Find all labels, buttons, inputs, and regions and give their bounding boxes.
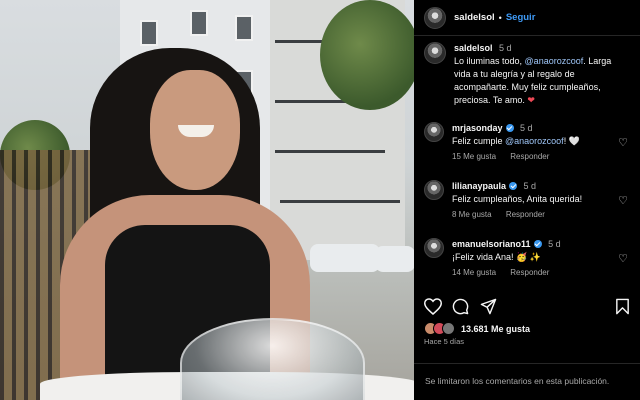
parked-car [310, 244, 380, 272]
comment-text-start: Feliz cumpleaños, Anita querida! [452, 194, 583, 204]
comment-item: emanuelsoriano11 5 d ¡Feliz vida Ana! 🥳 … [414, 238, 640, 296]
comment-header: mrjasonday 5 d [452, 122, 622, 135]
comment-text: ¡Feliz vida Ana! 🥳 ✨ [452, 251, 622, 264]
verified-badge-icon [533, 240, 542, 248]
comment-text: Feliz cumple @anaorozcoof! 🤍 [452, 135, 622, 148]
tree [320, 0, 414, 110]
action-bar [424, 296, 630, 318]
comment-item: mrjasonday 5 d Feliz cumple @anaorozcoof… [414, 122, 640, 180]
caption-text-start: Lo iluminas todo, [454, 56, 525, 66]
author-username[interactable]: saldelsol [454, 12, 495, 23]
likes-row: 13.681 Me gusta [424, 322, 530, 335]
like-comment-heart-icon[interactable]: ♡ [618, 252, 628, 265]
post-sidebar: saldelsol • Seguir saldelsol 5 d Lo ilum… [414, 0, 640, 400]
balcony [280, 200, 400, 203]
like-comment-heart-icon[interactable]: ♡ [618, 136, 628, 149]
commenter-avatar[interactable] [424, 180, 444, 200]
parked-car [375, 246, 414, 272]
comment-header: emanuelsoriano11 5 d [452, 238, 622, 251]
comment-text-start: ¡Feliz vida Ana! 🥳 ✨ [452, 252, 541, 262]
comment-likes[interactable]: 8 Me gusta [452, 210, 492, 219]
comment-body: lilianaypaula 5 d Feliz cumpleaños, Anit… [452, 180, 622, 238]
separator-dot: • [498, 12, 502, 23]
comments-limited-notice: Se limitaron los comentarios en esta pub… [414, 363, 640, 386]
comment-meta: 14 Me gusta Responder [452, 268, 622, 277]
comment-time: 5 d [520, 123, 533, 133]
comment-icon[interactable] [452, 298, 469, 315]
reply-button[interactable]: Responder [506, 210, 545, 219]
comment-time: 5 d [548, 239, 561, 249]
likes-count[interactable]: 13.681 Me gusta [461, 324, 530, 334]
comment-body: emanuelsoriano11 5 d ¡Feliz vida Ana! 🥳 … [452, 238, 622, 296]
post-time: Hace 5 días [424, 337, 465, 346]
comment-username[interactable]: lilianaypaula [452, 181, 506, 191]
author-avatar[interactable] [424, 6, 446, 29]
like-comment-heart-icon[interactable]: ♡ [618, 194, 628, 207]
caption-time: 5 d [499, 43, 512, 53]
heart-icon[interactable] [424, 298, 442, 315]
comment-body: mrjasonday 5 d Feliz cumple @anaorozcoof… [452, 122, 622, 180]
share-icon[interactable] [480, 298, 497, 315]
comment-item: lilianaypaula 5 d Feliz cumpleaños, Anit… [414, 180, 640, 238]
post-photo[interactable] [0, 0, 414, 400]
comments-list: saldelsol 5 d Lo iluminas todo, @anaoroz… [414, 42, 640, 296]
comment-header: lilianaypaula 5 d [452, 180, 622, 193]
comment-time: 5 d [523, 181, 537, 191]
caption-header: saldelsol 5 d [454, 42, 624, 55]
post-header: saldelsol • Seguir [414, 0, 640, 36]
comment-likes[interactable]: 14 Me gusta [452, 268, 496, 277]
balcony [275, 150, 385, 153]
building-window [190, 10, 208, 36]
comment-username[interactable]: mrjasonday [452, 123, 503, 133]
caption-username[interactable]: saldelsol [454, 43, 493, 53]
comment-meta: 8 Me gusta Responder [452, 210, 622, 219]
comment-likes[interactable]: 15 Me gusta [452, 152, 496, 161]
caption: saldelsol 5 d Lo iluminas todo, @anaoroz… [414, 42, 640, 112]
caption-text: Lo iluminas todo, @anaorozcoof. Larga vi… [454, 55, 624, 107]
caption-avatar[interactable] [424, 42, 446, 64]
comment-text-start: Feliz cumple [452, 136, 506, 146]
bookmark-icon[interactable] [615, 298, 630, 315]
follow-button[interactable]: Seguir [506, 12, 536, 23]
liker-avatar[interactable] [442, 322, 455, 335]
building-window [235, 15, 253, 41]
comment-text: Feliz cumpleaños, Anita querida! [452, 193, 622, 206]
commenter-avatar[interactable] [424, 122, 444, 142]
comment-meta: 15 Me gusta Responder [452, 152, 622, 161]
water-glass [180, 318, 365, 400]
verified-badge-icon [509, 182, 518, 190]
red-heart-emoji: ❤ [527, 95, 535, 105]
caption-mention[interactable]: @anaorozcoof [525, 56, 584, 66]
comment-text-end: ! 🤍 [563, 136, 580, 146]
reply-button[interactable]: Responder [510, 268, 549, 277]
comment-username[interactable]: emanuelsoriano11 [452, 239, 531, 249]
reply-button[interactable]: Responder [510, 152, 549, 161]
comment-mention[interactable]: @anaorozcoof [505, 136, 564, 146]
verified-badge-icon [505, 124, 514, 132]
commenter-avatar[interactable] [424, 238, 444, 258]
building-window [140, 20, 158, 46]
caption-body: saldelsol 5 d Lo iluminas todo, @anaoroz… [454, 42, 624, 112]
